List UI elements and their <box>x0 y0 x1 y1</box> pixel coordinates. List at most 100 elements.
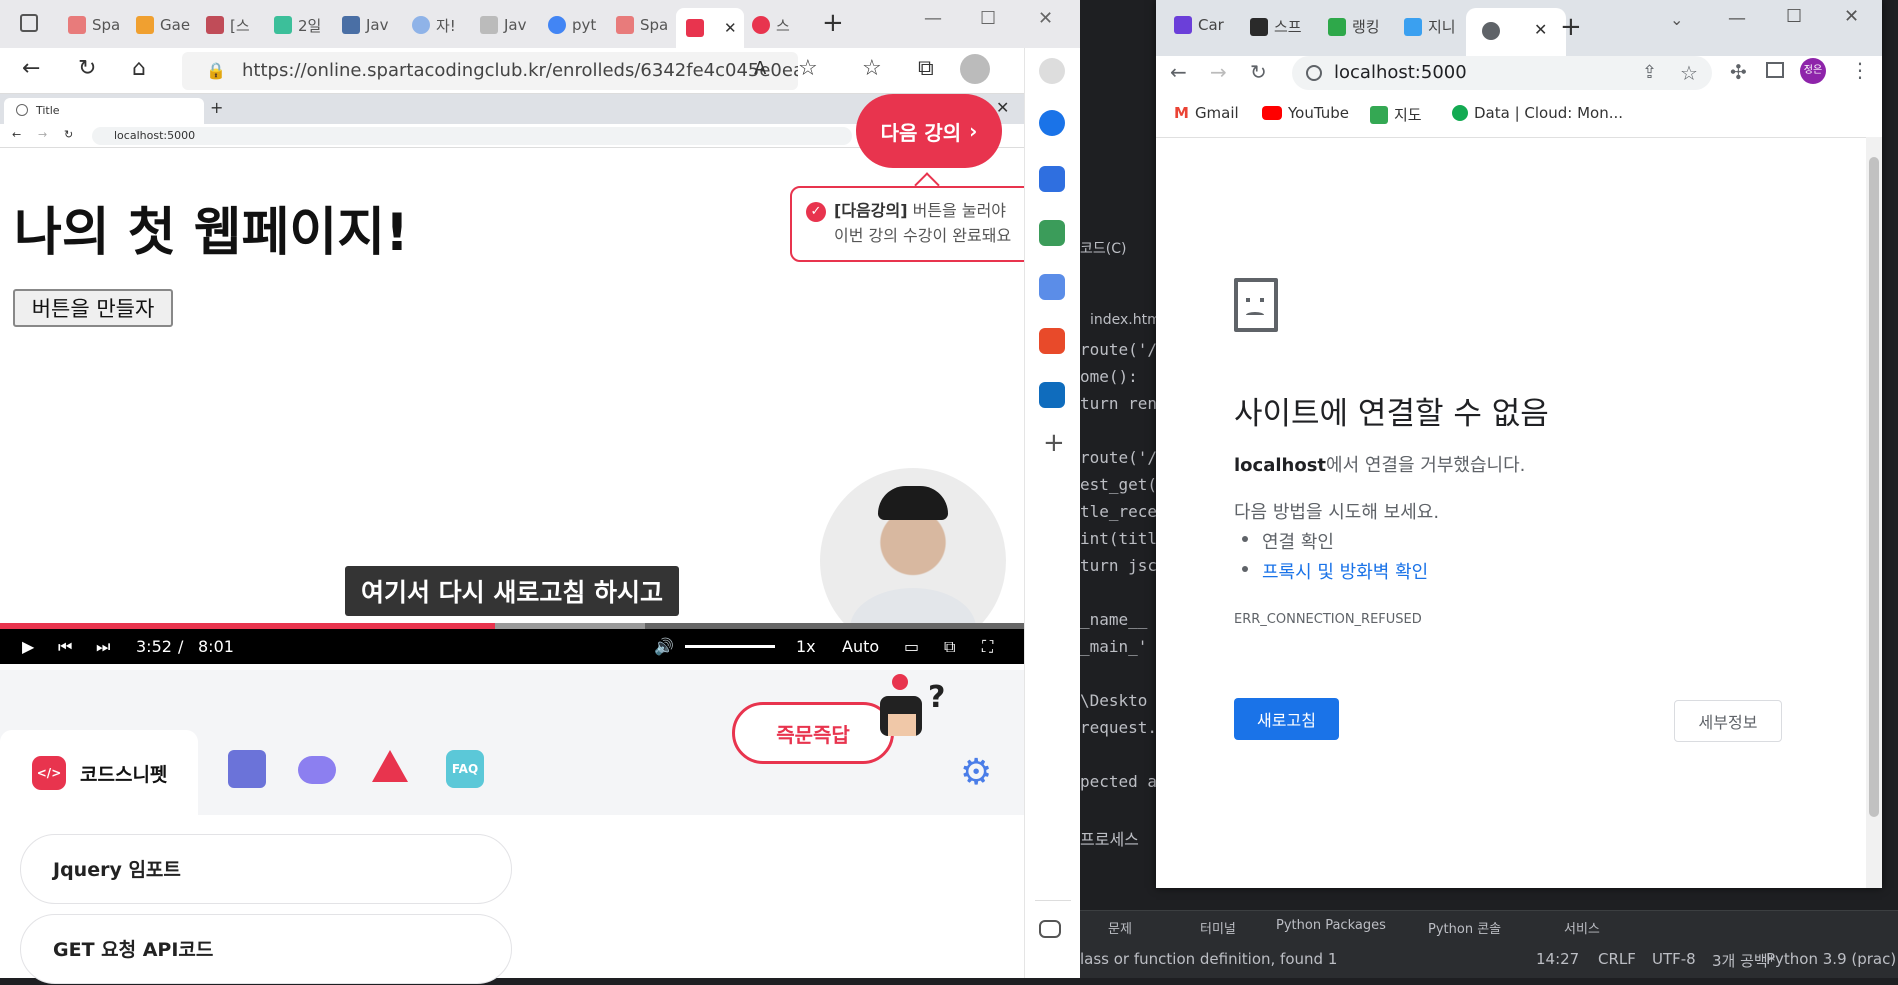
maps-icon <box>1370 105 1388 124</box>
edge-tab[interactable]: 스 <box>752 10 808 40</box>
chat-icon[interactable] <box>298 756 336 784</box>
ide-file-tab[interactable]: index.htm <box>1090 312 1161 328</box>
fullscreen-icon[interactable]: ⛶ <box>982 637 993 657</box>
next-lecture-button[interactable]: 다음 강의 › <box>856 94 1002 168</box>
collections-icon[interactable]: ⧉ <box>918 56 934 81</box>
bookmark-star-icon[interactable]: ☆ <box>1680 56 1698 90</box>
quality-button[interactable]: Auto <box>842 637 879 656</box>
status-interpreter[interactable]: Python 3.9 (prac) <box>1766 950 1896 968</box>
more-menu-icon[interactable]: ⋮ <box>1850 58 1870 82</box>
add-sidebar-app-button[interactable]: + <box>1043 428 1065 458</box>
bookmark-gmail[interactable]: M Gmail <box>1174 104 1239 122</box>
quick-qa-button[interactable]: 즉문즉답 <box>732 702 894 764</box>
search-icon[interactable] <box>1039 110 1065 136</box>
close-tab-icon[interactable]: ✕ <box>724 19 737 37</box>
details-button[interactable]: 세부정보 <box>1674 700 1782 742</box>
back-icon[interactable]: ← <box>22 56 40 81</box>
status-position[interactable]: 14:27 <box>1536 950 1579 968</box>
add-favorite-icon[interactable]: ☆ <box>798 56 818 81</box>
speed-button[interactable]: 1x <box>796 637 816 656</box>
toolwin-terminal[interactable]: 터미널 <box>1200 918 1236 937</box>
code-editor[interactable]: route('/ ome(): turn ren route('/ est_get(tl… <box>1080 340 1160 940</box>
ide-menu-code[interactable]: 코드(C) <box>1080 238 1126 258</box>
profile-avatar[interactable]: 정은 <box>1800 58 1826 84</box>
play-icon[interactable]: ▶ <box>22 637 34 656</box>
maximize-icon[interactable]: ☐ <box>1786 6 1802 27</box>
suggestion-proxy-link[interactable]: 프록시 및 방화벽 확인 <box>1242 558 1428 584</box>
read-aloud-icon[interactable]: A <box>754 58 766 79</box>
home-icon[interactable]: ⌂ <box>132 56 146 81</box>
games-icon[interactable] <box>1039 274 1065 300</box>
close-window-icon[interactable]: ✕ <box>1844 6 1859 27</box>
minimize-icon[interactable]: — <box>1728 8 1746 29</box>
chrome-tab[interactable]: 지니 <box>1404 16 1462 37</box>
pip-icon[interactable]: ⧉ <box>944 637 955 657</box>
list-item[interactable]: GET 요청 API코드 <box>20 914 512 984</box>
address-bar[interactable]: 🔒 https://online.spartacodingclub.kr/enr… <box>182 52 798 90</box>
refresh-icon[interactable]: ↻ <box>78 56 96 81</box>
address-bar[interactable]: localhost:5000 ⇪ ☆ <box>1292 56 1712 90</box>
close-window-icon[interactable]: ✕ <box>1038 8 1053 29</box>
list-item[interactable]: Jquery 임포트 <box>20 834 512 904</box>
forward-icon[interactable]: → <box>1210 60 1227 84</box>
gear-icon[interactable]: ⚙ <box>960 752 992 793</box>
back-icon[interactable]: ← <box>1170 60 1187 84</box>
minimize-icon[interactable]: — <box>924 8 942 29</box>
reload-button[interactable]: 새로고침 <box>1234 698 1339 740</box>
volume-slider[interactable] <box>685 645 775 648</box>
edge-tab[interactable]: 2일 <box>274 10 330 40</box>
checklist-icon[interactable] <box>228 750 266 788</box>
previous-icon[interactable]: ⏮ <box>58 637 72 657</box>
toolwin-packages[interactable]: Python Packages <box>1276 918 1386 933</box>
faq-icon[interactable]: FAQ <box>446 750 484 788</box>
tab-search-icon[interactable]: ⌄ <box>1670 10 1683 29</box>
tab-code-snippet[interactable]: </> 코드스니펫 <box>0 730 198 816</box>
notification-icon[interactable] <box>1039 58 1065 84</box>
tab-actions-icon[interactable] <box>20 14 38 32</box>
sidebar-toggle-icon[interactable] <box>1039 920 1061 938</box>
toolwin-problems[interactable]: 문제 <box>1108 918 1132 937</box>
refresh-icon[interactable]: ↻ <box>1250 60 1267 84</box>
shopping-tag-icon[interactable] <box>1039 166 1065 192</box>
lecture-video[interactable]: Title + ← → ↻ localhost:5000 나의 첫 웹페이지! … <box>0 94 1024 670</box>
chrome-tab[interactable]: 스프 <box>1250 16 1308 37</box>
toolwin-console[interactable]: Python 콘솔 <box>1428 918 1501 937</box>
extensions-icon[interactable]: ✣ <box>1730 60 1747 84</box>
info-icon[interactable] <box>1306 65 1322 81</box>
edge-tab[interactable]: Gae <box>136 10 192 40</box>
edge-tab[interactable]: Spa <box>68 10 124 40</box>
bookmark-mongodb[interactable]: Data | Cloud: Mon... <box>1452 104 1623 122</box>
edge-tab[interactable]: pyt <box>548 10 604 40</box>
edge-tab-active[interactable]: ✕ <box>676 8 744 48</box>
toolwin-services[interactable]: 서비스 <box>1564 918 1600 937</box>
close-tab-icon[interactable]: ✕ <box>1534 20 1547 39</box>
maximize-icon[interactable]: ☐ <box>980 8 996 29</box>
chrome-tab[interactable]: Car <box>1174 16 1232 34</box>
share-icon[interactable]: ⇪ <box>1642 56 1657 90</box>
close-icon[interactable]: ✕ <box>996 98 1009 117</box>
edge-tab[interactable]: Jav <box>342 10 398 40</box>
captions-icon[interactable]: ▭ <box>904 637 919 656</box>
edge-tab[interactable]: 자! <box>412 10 468 40</box>
bookmark-maps[interactable]: 지도 <box>1370 104 1422 125</box>
volume-icon[interactable]: 🔊 <box>654 637 674 656</box>
tools-icon[interactable] <box>1039 220 1065 246</box>
edge-tab[interactable]: [스 <box>206 10 262 40</box>
next-icon[interactable]: ⏭ <box>96 637 110 657</box>
chrome-tab-active[interactable]: ✕ <box>1466 8 1566 56</box>
edge-tab[interactable]: Jav <box>480 10 536 40</box>
warning-icon[interactable] <box>372 750 408 782</box>
new-tab-button[interactable]: + <box>1560 12 1582 42</box>
status-encoding[interactable]: UTF-8 <box>1652 950 1696 968</box>
outlook-icon[interactable] <box>1039 382 1065 408</box>
scrollbar[interactable] <box>1866 137 1882 888</box>
office-icon[interactable] <box>1039 328 1065 354</box>
new-tab-button[interactable]: + <box>822 8 844 38</box>
bookmark-youtube[interactable]: YouTube <box>1262 104 1349 122</box>
chrome-tab[interactable]: 랭킹 <box>1328 16 1386 37</box>
status-line-ending[interactable]: CRLF <box>1598 950 1636 968</box>
profile-avatar[interactable] <box>960 54 990 84</box>
favorites-icon[interactable]: ☆ <box>862 56 882 81</box>
side-panel-icon[interactable] <box>1766 62 1784 78</box>
edge-tab[interactable]: Spa <box>616 10 672 40</box>
